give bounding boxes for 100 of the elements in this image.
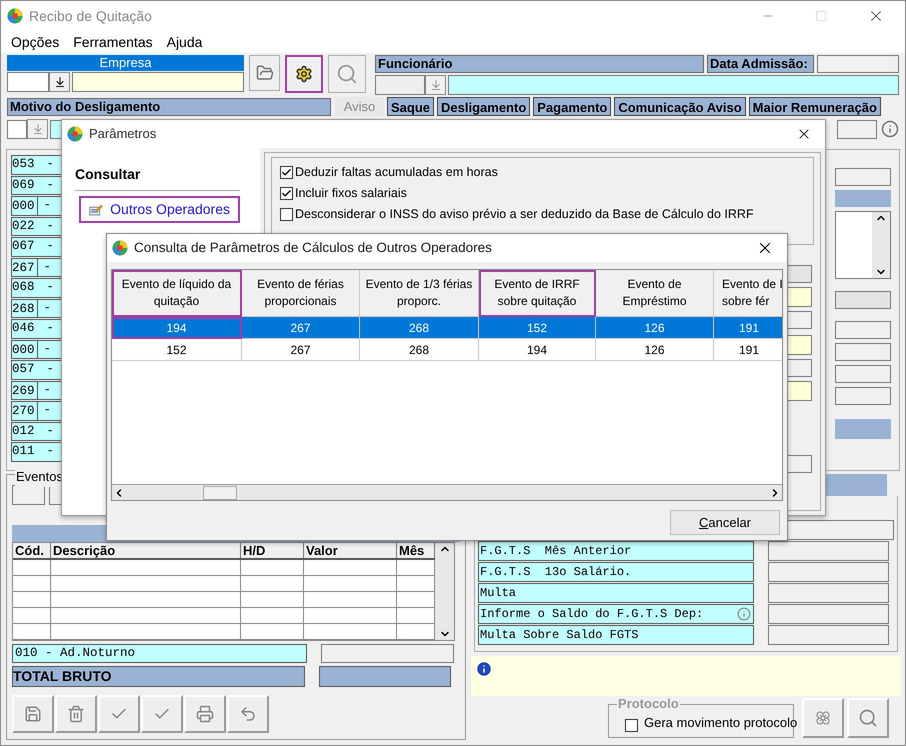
tab[interactable]: Saque [387,97,434,116]
field-header: Funcionário [375,55,704,73]
search-button[interactable] [328,55,366,93]
tab[interactable]: Pagamento [533,97,612,116]
checkbox[interactable] [280,208,293,221]
column-header: Cód. [13,543,51,558]
app-logo-icon [7,8,23,24]
fgts-row: Informe o Saldo do F.G.T.S Dep: [478,604,754,624]
column-header[interactable]: Evento de IRRF sobre quitação [479,270,596,317]
input-field[interactable] [768,583,889,603]
input-field[interactable] [375,75,425,95]
table-row[interactable]: 152 267 268 194 126 191 [112,339,782,361]
event-code-row[interactable]: 000 - [11,196,63,216]
event-code-row[interactable]: 053 - [11,155,63,174]
input-field[interactable] [7,120,27,138]
fgts-row: F.G.T.S 13o Salário. [478,562,754,582]
info-icon[interactable] [737,607,751,621]
nav-item[interactable]: Outros Operadores [79,196,240,223]
input-field[interactable] [786,381,812,401]
check-button[interactable] [141,695,183,733]
group-label: Protocolo [617,697,680,711]
input-field[interactable] [835,321,891,339]
download-icon [54,76,66,88]
info-icon[interactable] [881,120,899,138]
input-field[interactable] [786,455,812,473]
fgts-row: Multa [478,583,754,603]
input-field[interactable] [768,604,889,624]
input-field[interactable] [12,485,45,505]
download-icon [32,123,44,135]
event-code-row[interactable]: 268 - [11,298,63,318]
search-icon [336,63,358,85]
event-code-row[interactable]: 057 - [11,360,63,380]
info-icon [475,660,493,678]
event-code-row[interactable]: 068 - [11,278,63,298]
undo-icon [239,705,257,723]
input-field[interactable] [321,644,454,663]
table-cell: 152 [112,339,242,361]
group-label: Eventos [15,467,64,486]
tab[interactable]: Maior Remuneração [748,97,881,116]
column-header[interactable]: Evento de líquido da quitação [112,270,242,317]
event-code-row[interactable]: 000 - [11,340,63,359]
event-code-row[interactable]: 022 - [11,216,63,236]
menu-item[interactable]: Ferramentas [73,32,153,52]
selected-event-field: 010 - Ad.Noturno [12,644,307,663]
check-button[interactable] [98,695,140,733]
cancel-button[interactable]: Cancelar [670,510,780,535]
menu-item[interactable]: Ajuda [166,32,202,52]
search-icon [858,708,878,728]
input-field[interactable] [786,359,812,377]
table-cell: 268 [360,339,479,361]
input-field[interactable] [786,335,812,355]
dropdown-field[interactable] [786,265,812,283]
event-code-row[interactable]: 270 - [11,401,63,420]
input-field[interactable] [72,72,244,92]
event-code-row[interactable]: 067 - [11,237,63,256]
save-button[interactable] [12,695,54,733]
settings-button[interactable] [285,55,323,93]
field-header: Motivo do Desligamento [7,98,331,116]
event-code-row[interactable]: 267 - [11,258,63,277]
input-field[interactable] [817,55,899,73]
horizontal-scrollbar[interactable] [112,484,782,500]
menu-item[interactable]: Opções [11,32,60,52]
table-cell: 267 [242,339,360,361]
input-field[interactable] [7,72,49,92]
trash-button[interactable] [55,695,97,733]
input-field[interactable] [768,541,889,561]
header-band [835,190,891,207]
scroll-thumb[interactable] [203,486,237,500]
dropdown-field[interactable] [835,291,891,309]
tab[interactable]: Desligamento [437,97,530,116]
download-icon [430,79,442,91]
undo-button[interactable] [227,695,269,733]
checkbox[interactable] [280,187,293,200]
tab[interactable]: Comunicação Aviso [614,97,746,116]
printer-button[interactable] [184,695,226,733]
event-code-row[interactable]: 011 - [11,442,63,462]
flower-button[interactable] [802,698,844,738]
event-code-row[interactable]: 012 - [11,422,63,441]
event-code-row[interactable]: 269 - [11,380,63,400]
event-code-row[interactable]: 069 - [11,176,63,195]
download-button[interactable] [49,72,70,92]
table-row[interactable]: 194 267 268 152 126 191 [112,317,782,339]
list-box[interactable] [835,211,891,279]
input-field[interactable] [768,625,889,645]
input-field[interactable] [837,120,877,138]
open-folder-button[interactable] [249,55,280,91]
input-field[interactable] [835,387,891,405]
vertical-scrollbar[interactable] [435,543,454,640]
input-field[interactable] [786,311,812,329]
vertical-scrollbar[interactable] [872,212,890,278]
input-field[interactable] [835,168,891,186]
event-code-row[interactable]: 046 - [11,319,63,338]
input-field[interactable] [835,365,891,383]
checkbox[interactable] [280,166,293,179]
input-field[interactable] [786,287,812,307]
flower-icon [815,710,831,726]
input-field[interactable] [768,562,889,582]
checkbox[interactable] [625,719,638,732]
input-field[interactable] [835,343,891,361]
input-field[interactable] [448,75,899,95]
